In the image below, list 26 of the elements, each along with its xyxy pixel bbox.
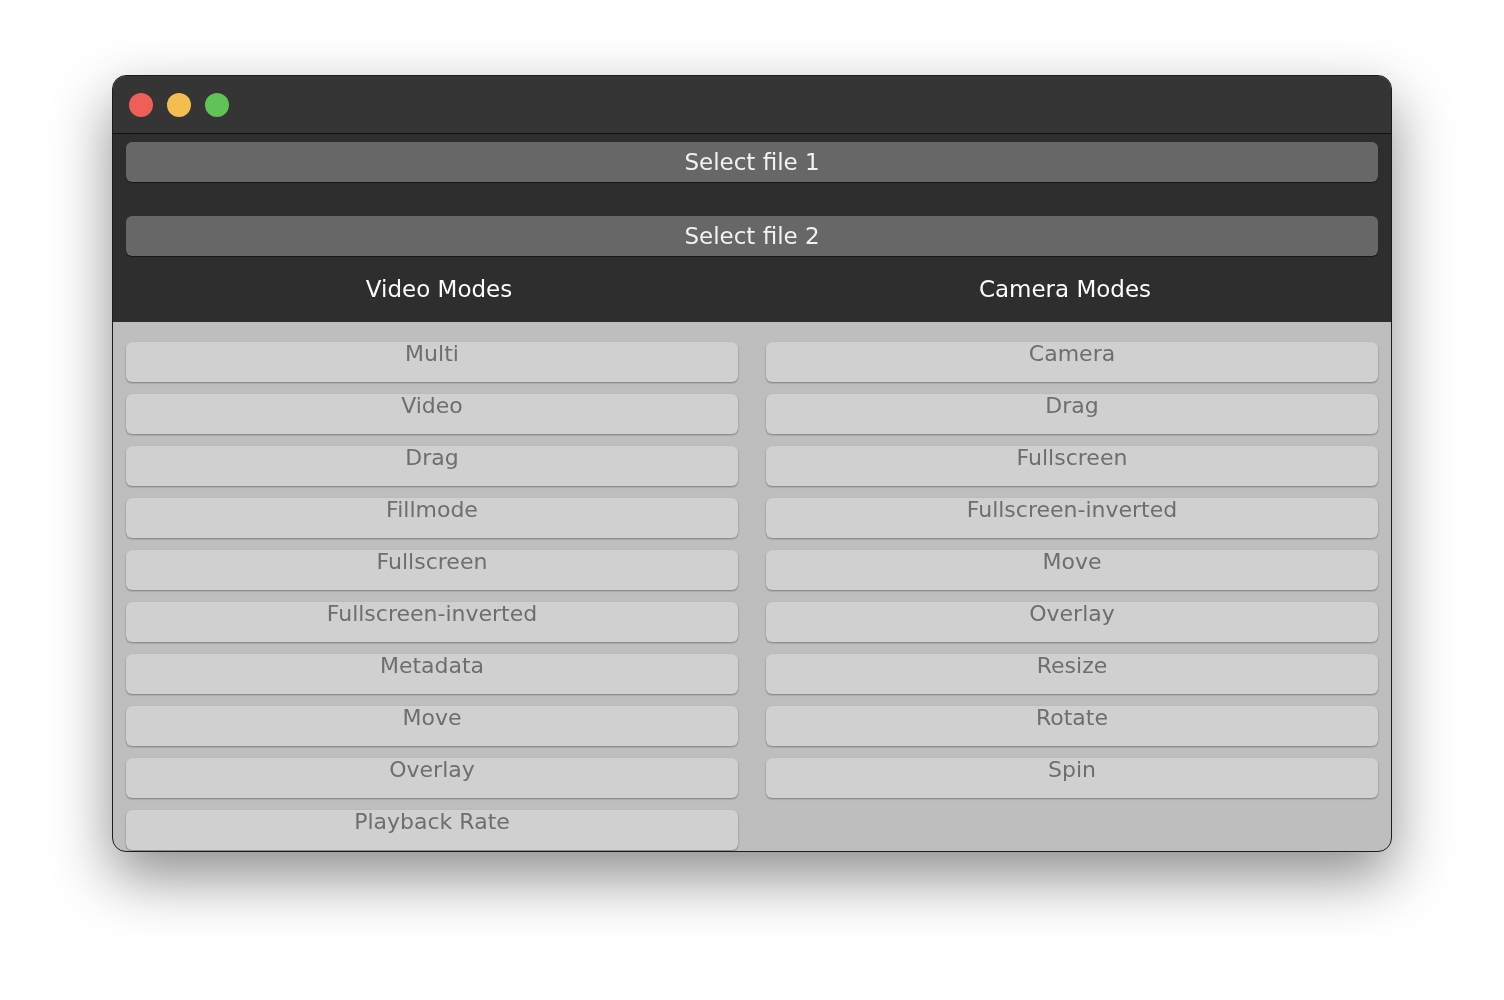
mode-button[interactable]: Fillmode <box>126 498 738 538</box>
mode-button[interactable]: Overlay <box>126 758 738 798</box>
mode-button[interactable]: Metadata <box>126 654 738 694</box>
mode-button[interactable]: Video <box>126 394 738 434</box>
zoom-button[interactable] <box>205 92 229 117</box>
close-button[interactable] <box>129 92 153 117</box>
mode-button[interactable]: Drag <box>126 446 738 486</box>
mode-button[interactable]: Playback Rate <box>126 810 738 850</box>
select-file-button[interactable]: Select file 2 <box>126 216 1378 256</box>
mode-button[interactable]: Resize <box>766 654 1378 694</box>
mode-button[interactable]: Multi <box>126 342 738 382</box>
mode-button[interactable]: Rotate <box>766 706 1378 746</box>
mode-button[interactable]: Fullscreen <box>126 550 738 590</box>
mode-button[interactable]: Overlay <box>766 602 1378 642</box>
mode-button[interactable]: Camera <box>766 342 1378 382</box>
mode-button[interactable]: Fullscreen-inverted <box>126 602 738 642</box>
column-heading: Camera Modes <box>978 274 1152 304</box>
minimize-button[interactable] <box>167 92 191 117</box>
mode-button[interactable]: Spin <box>766 758 1378 798</box>
mode-button[interactable]: Fullscreen-inverted <box>766 498 1378 538</box>
mode-button[interactable]: Move <box>766 550 1378 590</box>
column-heading: Video Modes <box>365 274 513 304</box>
mode-button[interactable]: Drag <box>766 394 1378 434</box>
mode-button[interactable]: Move <box>126 706 738 746</box>
select-file-button[interactable]: Select file 1 <box>126 142 1378 182</box>
mode-button[interactable]: Fullscreen <box>766 446 1378 486</box>
